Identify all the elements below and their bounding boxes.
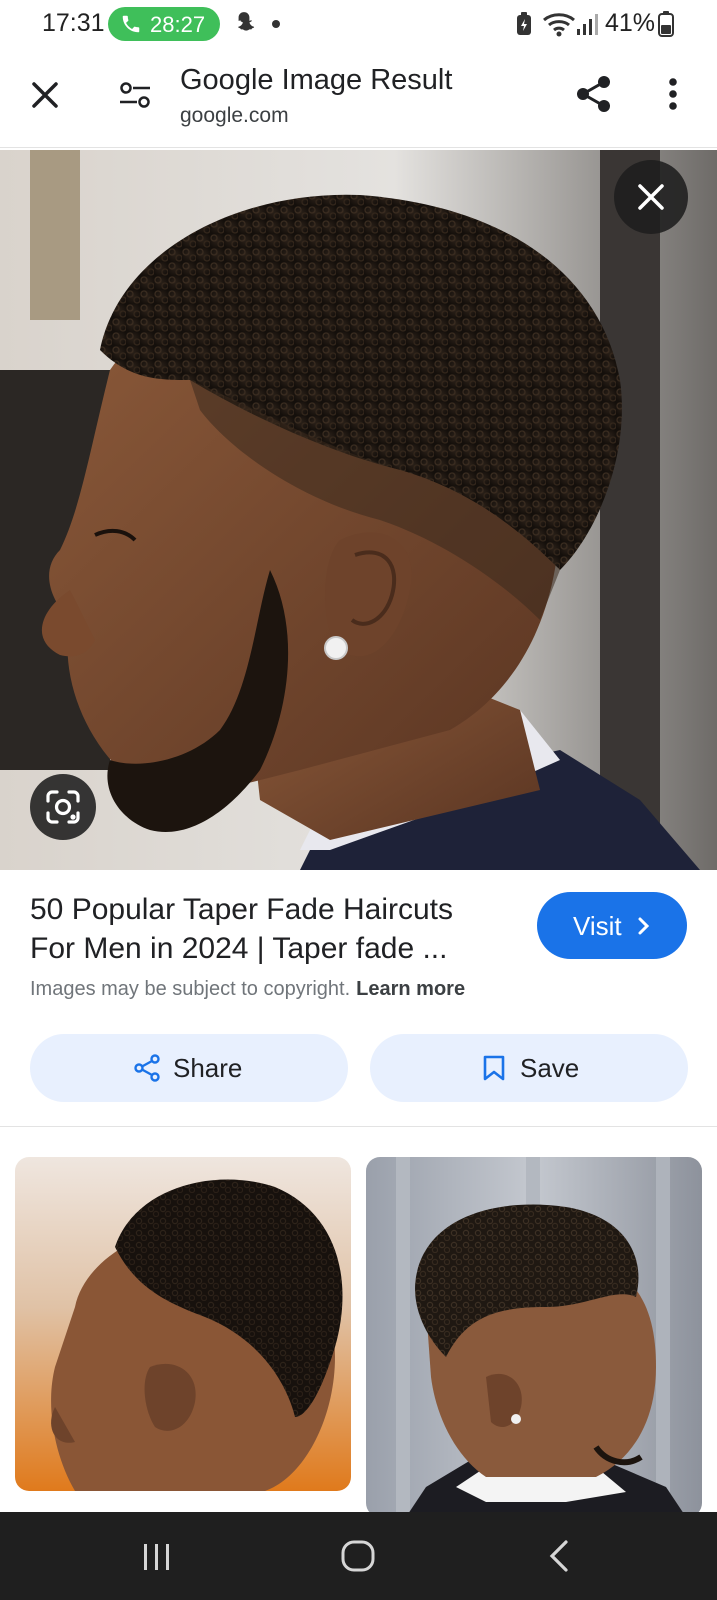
phone-icon: [120, 13, 142, 40]
share-icon: [134, 1054, 160, 1082]
visit-label: Visit: [573, 911, 622, 941]
lens-icon: [46, 790, 80, 824]
copyright-text: Images may be subject to copyright.: [30, 978, 351, 1000]
google-lens-button[interactable]: [30, 774, 96, 840]
learn-more-link[interactable]: Learn more: [356, 978, 465, 1000]
wifi-icon: [542, 11, 576, 42]
result-title[interactable]: 50 Popular Taper Fade Haircuts For Men i…: [30, 890, 500, 968]
visit-button[interactable]: Visit: [537, 892, 687, 959]
main-image[interactable]: [0, 150, 717, 870]
battery-percent: 41%: [605, 9, 656, 37]
call-duration: 28:27: [150, 12, 206, 37]
save-button[interactable]: Save: [370, 1034, 688, 1102]
chevron-right-icon: [638, 917, 650, 935]
page-domain: google.com: [180, 104, 289, 127]
related-image-1[interactable]: [15, 1157, 351, 1491]
back-icon[interactable]: [530, 1534, 590, 1578]
battery-icon: [658, 11, 674, 42]
related-image-2[interactable]: [366, 1157, 702, 1517]
save-label: Save: [520, 1053, 580, 1083]
copyright-notice: Images may be subject to copyright. Learn…: [30, 978, 465, 1001]
share-button[interactable]: Share: [30, 1034, 348, 1102]
close-icon[interactable]: [28, 78, 62, 112]
share-icon[interactable]: [574, 74, 614, 114]
ongoing-call-chip[interactable]: 28:27: [108, 7, 220, 41]
close-icon: [638, 184, 664, 210]
close-image-button[interactable]: [614, 160, 688, 234]
signal-icon: [576, 13, 598, 40]
section-divider: [0, 1126, 717, 1127]
more-vert-icon[interactable]: [660, 74, 686, 114]
app-bar: Google Image Result google.com: [0, 48, 717, 148]
tune-icon[interactable]: [118, 78, 152, 112]
home-icon[interactable]: [328, 1534, 388, 1578]
bookmark-icon: [483, 1055, 505, 1081]
system-nav-bar: [0, 1512, 717, 1600]
battery-saver-icon: [516, 12, 532, 41]
page-title: Google Image Result: [180, 64, 453, 96]
status-bar: 17:31 28:27 41%: [0, 0, 717, 48]
status-time: 17:31: [42, 9, 105, 37]
snapchat-icon: [231, 10, 257, 41]
notification-dot: [272, 20, 280, 28]
recents-icon[interactable]: [127, 1534, 187, 1578]
share-label: Share: [173, 1053, 243, 1083]
